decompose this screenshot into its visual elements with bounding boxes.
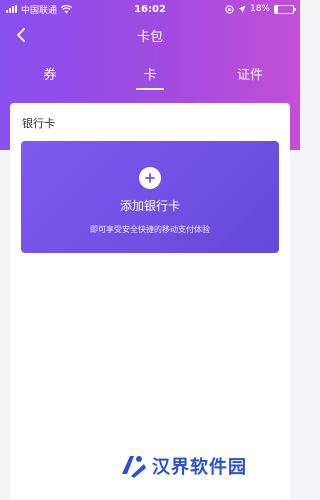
add-bank-card-button[interactable]: 添加银行卡 即可享受安全快捷的移动支付体验 xyxy=(21,141,279,253)
battery-icon xyxy=(274,4,296,14)
section-title: 银行卡 xyxy=(22,117,55,130)
carrier-label: 中国联通 xyxy=(21,5,58,16)
add-card-label: 添加银行卡 xyxy=(119,199,180,213)
add-card-description: 即可享受安全快捷的移动支付体验 xyxy=(90,225,210,234)
nav-bar: 卡包 xyxy=(0,20,300,50)
rotation-lock-icon xyxy=(225,4,234,14)
battery-level xyxy=(275,5,279,13)
watermark-logo: 汉界软件园 xyxy=(118,452,247,480)
logo-icon xyxy=(122,456,146,478)
tab-label: 卡 xyxy=(143,67,157,83)
signal-icon xyxy=(6,5,17,13)
status-time: 16:02 xyxy=(134,3,166,15)
wifi-icon xyxy=(61,4,73,13)
page-title: 卡包 xyxy=(136,29,163,45)
status-bar: 中国联通 16:02 18% xyxy=(0,0,300,18)
location-icon xyxy=(238,5,246,13)
plus-icon xyxy=(139,167,161,189)
card-panel: 银行卡 添加银行卡 即可享受安全快捷的移动支付体验 xyxy=(10,103,290,500)
tab-coupons[interactable]: 券 xyxy=(0,56,100,90)
tab-cards[interactable]: 卡 xyxy=(100,56,200,90)
battery-percent: 18% xyxy=(249,4,270,14)
chevron-left-icon xyxy=(17,28,25,42)
tab-label: 券 xyxy=(43,67,57,83)
tab-ids[interactable]: 证件 xyxy=(200,56,300,90)
tab-label: 证件 xyxy=(236,67,263,83)
back-button[interactable] xyxy=(10,24,32,46)
tab-bar: 券 卡 证件 xyxy=(0,56,300,90)
watermark-text: 汉界软件园 xyxy=(152,457,247,478)
